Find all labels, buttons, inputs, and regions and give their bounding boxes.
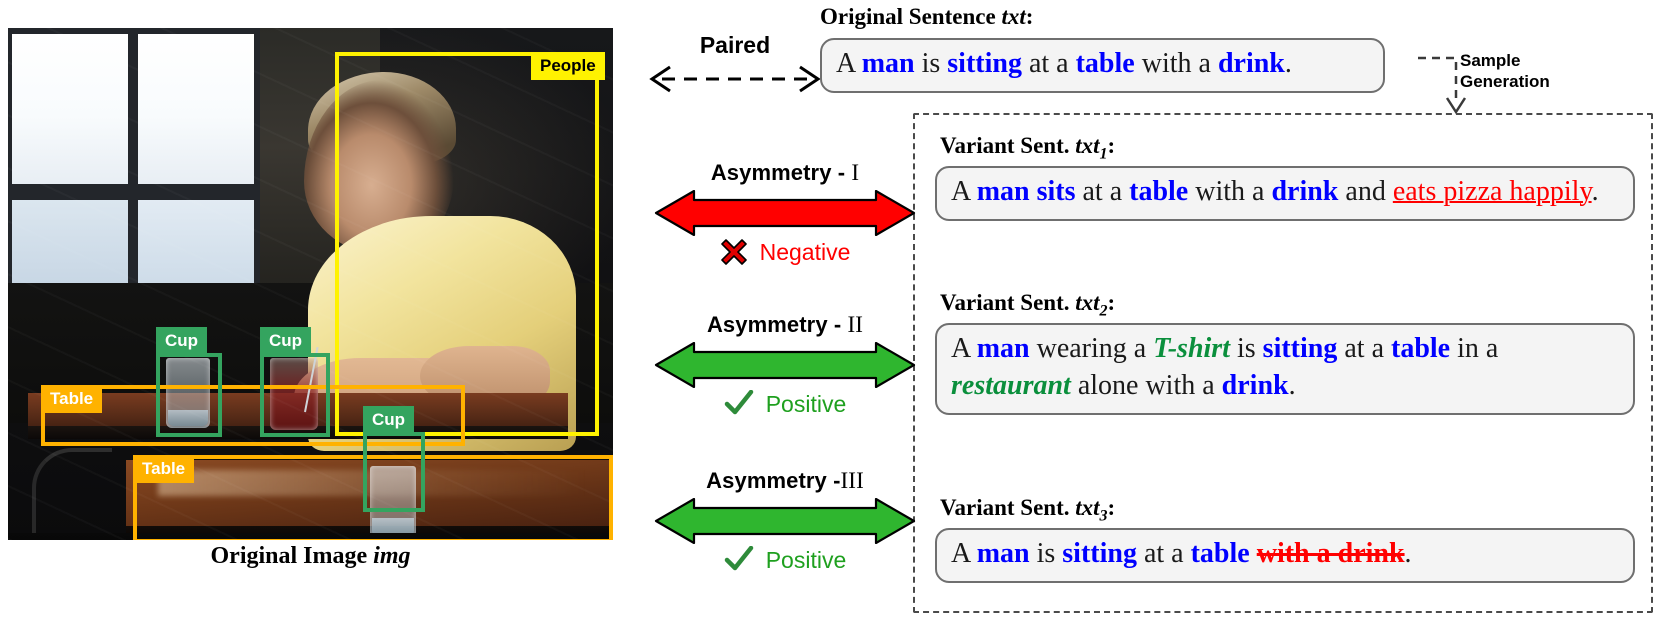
variant-3-box: A man is sitting at a table with a drink… [935, 528, 1635, 583]
variant-1-title-index: 1 [1099, 145, 1108, 163]
bbox-cup-1[interactable] [156, 353, 222, 437]
asymmetry-2-group: Asymmetry - II Positive [650, 312, 920, 418]
asymmetry-2-title: Asymmetry - II [650, 312, 920, 338]
sample-generation-label: Sample Generation [1460, 50, 1650, 93]
asymmetry-2-numeral: II [847, 312, 864, 337]
variant-2-box: A man wearing a T-shirt is sitting at a … [935, 323, 1635, 415]
window-pane [138, 34, 254, 184]
asymmetry-1-arrow-wrap [650, 189, 920, 237]
bbox-label-cup-3: Cup [363, 406, 415, 434]
asymmetry-2-verdict: Positive [650, 390, 920, 418]
variant-3-title-symbol: txt [1075, 495, 1100, 520]
bbox-label-cup-1: Cup [156, 327, 208, 355]
image-caption-prefix: Original Image [210, 543, 374, 569]
variant-3-title-suffix: : [1107, 495, 1116, 520]
variant-2-title-symbol: txt [1075, 290, 1100, 315]
variant-3-title: Variant Sent. txt3: [940, 495, 1115, 526]
variant-3-title-prefix: Variant Sent. [940, 495, 1076, 520]
variant-1-text: A man sits at a table with a drink and e… [951, 176, 1599, 207]
asymmetry-1-title: Asymmetry - I [650, 160, 920, 186]
original-sentence-title-prefix: Original Sentence [820, 4, 1002, 29]
variant-1-title-symbol: txt [1075, 133, 1100, 158]
paired-group: Paired [640, 32, 830, 104]
bbox-label-table-upper: Table [41, 385, 103, 413]
window-pane [12, 34, 128, 184]
original-sentence-box: A man is sitting at a table with a drink… [820, 38, 1385, 93]
bbox-label-table-lower: Table [133, 455, 195, 483]
variant-2-title-index: 2 [1099, 302, 1108, 320]
variant-1-box: A man sits at a table with a drink and e… [935, 166, 1635, 221]
window-frame [8, 28, 276, 310]
bbox-label-people: People [531, 52, 605, 80]
asymmetry-3-verdict-label: Positive [765, 546, 847, 573]
asymmetry-3-title: Asymmetry -III [650, 468, 920, 494]
asymmetry-1-title-prefix: Asymmetry - [710, 160, 852, 185]
image-caption-symbol: img [373, 543, 411, 569]
double-arrow-red-icon [654, 189, 916, 237]
asymmetry-3-numeral: III [840, 468, 864, 493]
chair [32, 448, 112, 534]
bbox-people[interactable] [335, 52, 599, 436]
asymmetry-3-title-prefix: Asymmetry - [706, 468, 841, 493]
original-image: People Table Table Cup Cup Cup [8, 28, 613, 540]
asymmetry-3-verdict: Positive [650, 546, 920, 574]
variant-1-title-suffix: : [1107, 133, 1116, 158]
variant-3-text: A man is sitting at a table with a drink… [951, 538, 1412, 569]
double-arrow-green-icon [654, 497, 916, 545]
sample-generation-line1: Sample [1460, 51, 1521, 70]
paired-label: Paired [699, 32, 771, 58]
original-sentence-title-suffix: : [1025, 4, 1034, 29]
original-sentence-title-symbol: txt [1001, 4, 1026, 29]
asymmetry-1-group: Asymmetry - I Negative [650, 160, 920, 266]
original-sentence-text: A man is sitting at a table with a drink… [836, 48, 1292, 79]
asymmetry-3-arrow-wrap [650, 497, 920, 545]
variant-2-title-prefix: Variant Sent. [940, 290, 1076, 315]
double-arrow-green-icon [654, 341, 916, 389]
asymmetry-2-arrow-wrap [650, 341, 920, 389]
sample-generation-line2: Generation [1460, 72, 1550, 92]
image-caption: Original Image img [8, 543, 613, 570]
asymmetry-1-verdict-label: Negative [759, 238, 851, 265]
variant-2-title: Variant Sent. txt2: [940, 290, 1115, 321]
check-icon [724, 390, 753, 415]
variant-1-title-prefix: Variant Sent. [940, 133, 1076, 158]
bbox-cup-3[interactable] [363, 432, 425, 512]
bbox-label-cup-2: Cup [260, 327, 312, 355]
asymmetry-1-numeral: I [851, 160, 860, 185]
asymmetry-2-verdict-label: Positive [765, 390, 847, 417]
paired-double-arrow-icon [649, 65, 821, 93]
variant-1-title: Variant Sent. txt1: [940, 133, 1115, 164]
figure-root: People Table Table Cup Cup Cup Original … [0, 0, 1661, 633]
check-icon [724, 546, 753, 571]
asymmetry-1-verdict: Negative [650, 238, 920, 266]
cross-icon [720, 239, 747, 265]
original-sentence-title: Original Sentence txt: [820, 4, 1380, 30]
asymmetry-3-group: Asymmetry -III Positive [650, 468, 920, 574]
variant-2-text: A man wearing a T-shirt is sitting at a … [951, 333, 1499, 401]
bbox-cup-2[interactable] [260, 353, 330, 437]
variant-3-title-index: 3 [1099, 507, 1108, 525]
asymmetry-2-title-prefix: Asymmetry - [706, 312, 848, 337]
variant-2-title-suffix: : [1107, 290, 1116, 315]
